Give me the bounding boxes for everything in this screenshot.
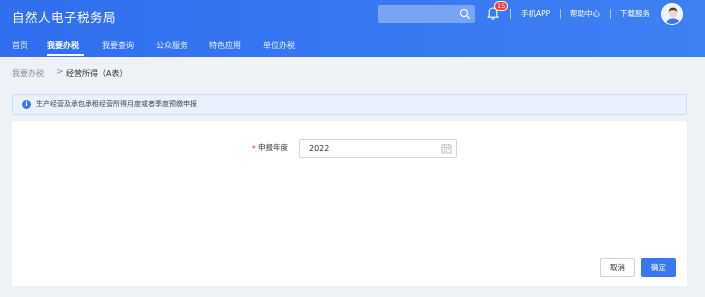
top-header: 自然人电子税务局 15 手机APP 帮助中心 下载服务 首页 我要办税 我要查询…: [0, 0, 705, 57]
nav-featured-apps[interactable]: 特色应用: [209, 40, 241, 51]
user-avatar-icon[interactable]: [661, 3, 683, 25]
breadcrumb-separator: >: [56, 67, 64, 77]
info-icon: i: [22, 100, 31, 109]
link-mobile-app[interactable]: 手机APP: [521, 9, 550, 19]
notification-badge: 15: [494, 1, 509, 11]
confirm-button[interactable]: 确定: [641, 258, 676, 277]
nav-active-indicator: [47, 54, 84, 56]
divider: [560, 9, 561, 19]
divider: [510, 9, 511, 19]
nav-public-service[interactable]: 公众服务: [156, 40, 188, 51]
breadcrumb-current: 经营所得（A表）: [66, 69, 128, 78]
nav-unit-tax[interactable]: 单位办税: [263, 40, 295, 51]
notice-banner: i 生产经营及承包承租经营所得月度或者季度预缴申报: [12, 94, 687, 115]
year-input[interactable]: [299, 139, 457, 158]
link-download-service[interactable]: 下载服务: [620, 9, 650, 19]
nav-query[interactable]: 我要查询: [102, 40, 134, 51]
nav-home[interactable]: 首页: [12, 40, 28, 51]
search-box[interactable]: [378, 5, 475, 23]
search-icon[interactable]: [458, 7, 472, 21]
year-label: 申报年度: [258, 143, 288, 152]
cancel-button[interactable]: 取消: [600, 258, 635, 277]
divider: [610, 9, 611, 19]
calendar-icon[interactable]: [441, 143, 452, 154]
link-help-center[interactable]: 帮助中心: [570, 9, 600, 19]
nav-tax-filing[interactable]: 我要办税: [47, 40, 79, 51]
required-mark: *: [252, 144, 256, 153]
app-title: 自然人电子税务局: [12, 10, 117, 25]
notice-text: 生产经营及承包承租经营所得月度或者季度预缴申报: [36, 100, 197, 108]
breadcrumb-parent[interactable]: 我要办税: [12, 68, 44, 79]
